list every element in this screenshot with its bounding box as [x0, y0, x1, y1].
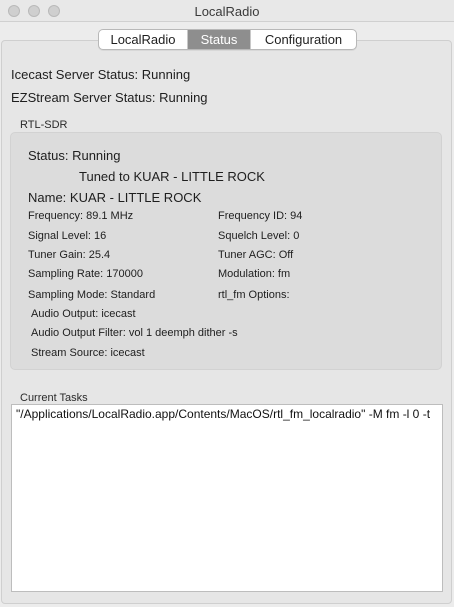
rtl-modulation: Modulation: fm — [218, 268, 291, 280]
tab-configuration[interactable]: Configuration — [250, 30, 356, 49]
tab-status[interactable]: Status — [188, 30, 250, 49]
tab-localradio[interactable]: LocalRadio — [99, 30, 188, 49]
current-tasks-title: Current Tasks — [20, 392, 88, 404]
title-bar: LocalRadio — [0, 0, 454, 22]
rtl-fm-options: rtl_fm Options: — [218, 289, 290, 301]
icecast-server-status: Icecast Server Status: Running — [11, 67, 191, 82]
rtl-sampling-rate: Sampling Rate: 170000 — [28, 268, 143, 280]
tab-bar: LocalRadio Status Configuration — [98, 29, 357, 50]
rtl-tuner-gain: Tuner Gain: 25.4 — [28, 249, 111, 261]
ezstream-server-status: EZStream Server Status: Running — [11, 90, 208, 105]
rtl-sampling-mode: Sampling Mode: Standard — [28, 289, 156, 301]
window-title: LocalRadio — [194, 4, 260, 19]
rtl-tuned-to: Tuned to KUAR - LITTLE ROCK — [79, 169, 265, 184]
rtl-squelch-level: Squelch Level: 0 — [218, 230, 300, 242]
rtl-audio-output: Audio Output: icecast — [31, 308, 136, 320]
rtl-status: Status: Running — [28, 148, 121, 163]
rtl-frequency-id: Frequency ID: 94 — [218, 210, 303, 222]
rtl-station-name: Name: KUAR - LITTLE ROCK — [28, 190, 202, 205]
rtl-frequency: Frequency: 89.1 MHz — [28, 210, 134, 222]
rtl-signal-level: Signal Level: 16 — [28, 230, 107, 242]
rtl-tuner-agc: Tuner AGC: Off — [218, 249, 294, 261]
rtl-audio-output-filter: Audio Output Filter: vol 1 deemph dither… — [31, 327, 238, 339]
current-tasks-text-area[interactable]: "/Applications/LocalRadio.app/Contents/M… — [11, 404, 443, 592]
rtl-stream-source: Stream Source: icecast — [31, 347, 145, 359]
rtl-sdr-group-title: RTL-SDR — [20, 119, 68, 131]
current-task-command: "/Applications/LocalRadio.app/Contents/M… — [16, 407, 431, 421]
